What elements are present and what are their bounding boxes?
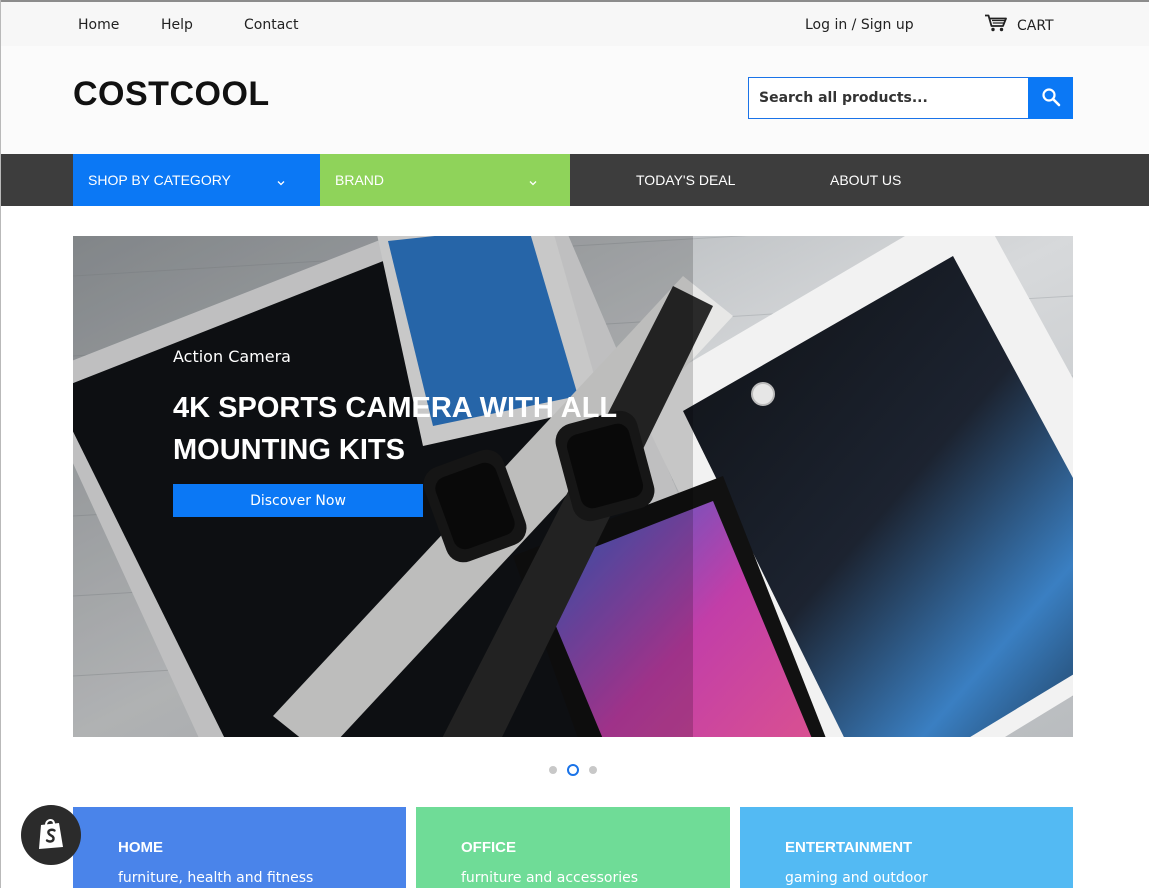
chevron-down-icon [276, 174, 286, 190]
cart-label: CART [1017, 17, 1054, 34]
category-tile-title: ENTERTAINMENT [785, 839, 913, 856]
site-logo[interactable]: COSTCOOL [73, 75, 270, 114]
search-form [748, 77, 1073, 119]
nav-brand-label: BRAND [335, 172, 385, 188]
nav-brand[interactable]: BRAND [320, 154, 570, 206]
category-tile-desc: furniture and accessories [461, 870, 639, 886]
shopify-badge-button[interactable] [21, 805, 81, 865]
nav-shop-by-category-label: SHOP BY CATEGORY [88, 172, 231, 188]
chevron-down-icon [528, 174, 538, 190]
login-signup-link[interactable]: Log in / Sign up [805, 17, 914, 33]
slider-dots [549, 764, 597, 776]
top-link-home[interactable]: Home [78, 17, 119, 33]
top-link-contact[interactable]: Contact [244, 17, 298, 33]
nav-todays-deal[interactable]: TODAY'S DEAL [636, 154, 735, 206]
hero-slide: Action Camera 4K SPORTS CAMERA WITH ALL … [73, 236, 1073, 737]
search-input[interactable] [748, 77, 1028, 119]
category-tile-desc: gaming and outdoor [785, 870, 928, 886]
shopify-bag-icon [36, 816, 66, 855]
category-tile-office[interactable]: OFFICE furniture and accessories [416, 807, 730, 888]
discover-now-button[interactable]: Discover Now [173, 484, 423, 517]
category-tile-home[interactable]: HOME furniture, health and fitness [73, 807, 406, 888]
top-bar: Home Help Contact Log in / Sign up CART [1, 2, 1149, 46]
category-tile-title: HOME [118, 839, 163, 856]
hero-title: 4K SPORTS CAMERA WITH ALL MOUNTING KITS [173, 392, 617, 466]
category-tile-title: OFFICE [461, 839, 516, 856]
cart-icon [984, 14, 1008, 37]
search-icon [1041, 87, 1061, 110]
hero-subtitle: Action Camera [173, 347, 291, 366]
slider-dot-3[interactable] [589, 766, 597, 774]
slider-dot-2[interactable] [567, 764, 579, 776]
slider-dot-1[interactable] [549, 766, 557, 774]
top-link-help[interactable]: Help [161, 17, 193, 33]
cart-button[interactable]: CART [984, 14, 1054, 37]
category-tile-desc: furniture, health and fitness [118, 870, 314, 886]
nav-shop-by-category[interactable]: SHOP BY CATEGORY [73, 154, 320, 206]
nav-about-us[interactable]: ABOUT US [830, 154, 901, 206]
category-tile-entertainment[interactable]: ENTERTAINMENT gaming and outdoor [740, 807, 1073, 888]
main-nav: SHOP BY CATEGORY BRAND TODAY'S DEAL ABOU… [1, 154, 1149, 206]
site-header: COSTCOOL [1, 46, 1149, 154]
search-button[interactable] [1028, 77, 1073, 119]
